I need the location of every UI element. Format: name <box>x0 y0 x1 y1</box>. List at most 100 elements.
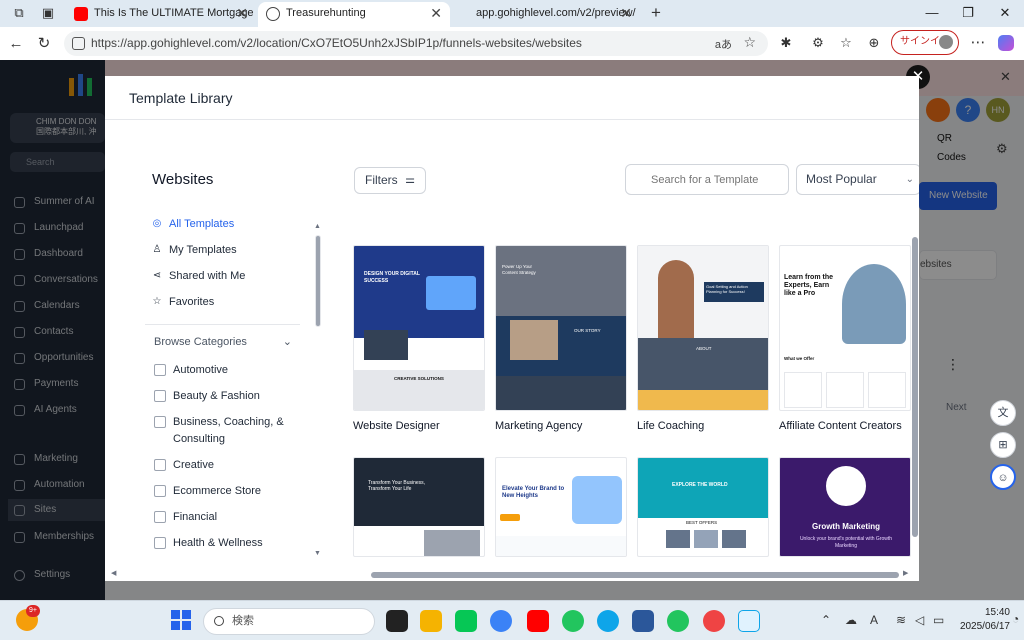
template-search-input[interactable] <box>625 164 789 195</box>
collections-icon[interactable]: ⊕ <box>866 35 882 51</box>
more-menu-icon[interactable]: ⋯ <box>970 35 986 51</box>
restore-icon[interactable]: ❐ <box>959 4 977 22</box>
scrollbar-thumb[interactable] <box>912 237 918 537</box>
user-icon: ♙ <box>152 244 162 255</box>
template-thumbnail[interactable]: Elevate Your Brand to New Heights <box>495 457 627 557</box>
category-checkbox[interactable] <box>154 511 166 523</box>
apps-grid-icon[interactable]: ⊞ <box>990 432 1016 458</box>
template-thumbnail[interactable]: EXPLORE THE WORLD BEST OFFERS <box>637 457 769 557</box>
battery-icon[interactable]: ▭ <box>933 613 944 627</box>
taskbar-search[interactable]: 検索 <box>203 608 375 635</box>
thumb-section: OUR STORY <box>424 334 451 339</box>
close-tab-icon[interactable]: ✕ <box>236 2 248 25</box>
scroll-left-icon[interactable]: ◀ <box>111 569 116 577</box>
cloud-icon[interactable]: ☁ <box>845 613 857 627</box>
nav-favorites[interactable]: ☆ Favorites <box>152 294 215 310</box>
thumb-illustration <box>572 476 622 524</box>
copilot-icon[interactable] <box>998 35 1014 51</box>
refresh-icon[interactable]: ↻ <box>34 34 54 54</box>
tab-actions-icon[interactable]: ▣ <box>40 5 56 21</box>
chrome-profile-icon[interactable] <box>667 610 689 632</box>
close-tab-icon[interactable]: ✕ <box>430 2 442 25</box>
categories-scrollbar[interactable]: ▲ ▼ <box>314 223 321 557</box>
sort-select[interactable]: Most Popular ⌄ <box>796 164 919 195</box>
ime-icon[interactable]: A <box>870 613 878 627</box>
nav-shared-with-me[interactable]: ⋖ Shared with Me <box>152 268 246 284</box>
scroll-up-icon[interactable]: ▲ <box>314 223 321 230</box>
app-icon[interactable] <box>738 610 760 632</box>
category-checkbox[interactable] <box>154 390 166 402</box>
signin-button[interactable]: サインイン <box>891 30 959 55</box>
youtube-app-icon[interactable] <box>527 610 549 632</box>
thumb-image <box>510 320 558 360</box>
minimize-icon[interactable]: — <box>923 4 941 22</box>
chat-widget-icon[interactable]: ☺ <box>990 464 1016 490</box>
task-view-icon[interactable] <box>386 610 408 632</box>
translate-icon[interactable]: 文 <box>990 400 1016 426</box>
category-financial[interactable]: Financial <box>154 509 294 526</box>
template-thumbnail[interactable]: Transform Your Business, Transform Your … <box>353 457 485 557</box>
globe-icon <box>266 7 280 21</box>
start-icon[interactable] <box>171 610 191 630</box>
wifi-icon[interactable]: ≋ <box>896 613 906 627</box>
show-hidden-icons-icon[interactable]: ⌃ <box>821 613 831 627</box>
tab-title: app.gohighlevel.com/v2/preview/ <box>476 7 636 19</box>
category-creative[interactable]: Creative <box>154 457 294 474</box>
url-bar[interactable]: https://app.gohighlevel.com/v2/location/… <box>64 31 768 56</box>
maps-icon[interactable] <box>490 610 512 632</box>
window-close-icon[interactable]: ✕ <box>996 4 1014 22</box>
template-thumbnail[interactable]: Growth Marketing Unlock your brand's pot… <box>779 457 911 557</box>
category-automotive[interactable]: Automotive <box>154 362 294 379</box>
filters-button[interactable]: Filters ⚌ <box>354 167 426 194</box>
browse-categories-toggle[interactable]: Browse Categories ⌄ <box>154 336 292 348</box>
file-explorer-icon[interactable] <box>420 610 442 632</box>
category-beauty-fashion[interactable]: Beauty & Fashion <box>154 388 294 405</box>
category-ecommerce-store[interactable]: Ecommerce Store <box>154 483 294 500</box>
scroll-right-icon[interactable]: ▶ <box>903 569 908 577</box>
tab-treasurehunting[interactable]: Treasurehunting ✕ <box>258 2 450 27</box>
templates-horizontal-scrollbar[interactable]: ◀ ▶ <box>111 569 911 579</box>
category-label: Health & Wellness <box>173 537 263 549</box>
category-checkbox[interactable] <box>154 459 166 471</box>
category-checkbox[interactable] <box>154 485 166 497</box>
template-thumbnail[interactable]: Learn from the Experts, Earn like a Pro … <box>779 245 911 411</box>
edge-icon[interactable] <box>597 610 619 632</box>
line-icon[interactable] <box>455 610 477 632</box>
close-tab-icon[interactable]: ✕ <box>620 2 632 25</box>
category-checkbox[interactable] <box>154 537 166 549</box>
read-aloud-icon[interactable]: aあ <box>715 36 732 52</box>
new-tab-icon[interactable]: + <box>648 4 664 21</box>
workspaces-icon[interactable]: ⧉ <box>11 5 27 21</box>
chrome-icon[interactable] <box>562 610 584 632</box>
category-checkbox[interactable] <box>154 416 166 428</box>
system-clock[interactable]: 15:40 2025/06/17 <box>952 606 1010 634</box>
template-thumbnail[interactable]: DESIGN YOUR DIGITAL SUCCESS OUR STORY CR… <box>353 245 485 411</box>
word-icon[interactable] <box>632 610 654 632</box>
nav-all-templates[interactable]: ◎ All Templates <box>152 216 235 232</box>
chrome-profile-icon[interactable] <box>703 610 725 632</box>
thumb-footer-band <box>638 390 768 410</box>
scrollbar-thumb[interactable] <box>371 572 899 578</box>
favorite-star-icon[interactable]: ☆ <box>743 34 756 51</box>
thumb-image <box>722 530 746 548</box>
category-label: Creative <box>173 459 214 471</box>
scroll-down-icon[interactable]: ▼ <box>314 550 321 557</box>
extensions-icon[interactable]: ✱ <box>778 35 794 51</box>
scrollbar-thumb[interactable] <box>315 235 321 327</box>
template-thumbnail[interactable]: Power Up Your Content Strategy OUR STORY <box>495 245 627 411</box>
puzzle-icon[interactable]: ⚙ <box>810 35 826 51</box>
notifications-icon[interactable]: ◔ <box>1012 612 1019 626</box>
tab-preview[interactable]: app.gohighlevel.com/v2/preview/ ✕ <box>452 2 640 27</box>
category-checkbox[interactable] <box>154 364 166 376</box>
favorites-icon[interactable]: ☆ <box>838 35 854 51</box>
category-business-coaching[interactable]: Business, Coaching, & Consulting <box>154 414 294 448</box>
volume-icon[interactable]: ◁ <box>915 613 924 627</box>
site-info-icon[interactable] <box>72 37 85 50</box>
category-health-wellness[interactable]: Health & Wellness <box>154 535 294 552</box>
tab-youtube[interactable]: This Is The ULTIMATE Mortgage S ✕ <box>66 2 256 27</box>
back-icon[interactable]: ← <box>6 34 26 54</box>
nav-my-templates[interactable]: ♙ My Templates <box>152 242 237 258</box>
template-library-modal: Template Library Websites ◎ All Templates… <box>105 76 919 581</box>
templates-vertical-scrollbar[interactable] <box>911 223 919 553</box>
template-thumbnail[interactable]: Goal Setting and Action Planning for Suc… <box>637 245 769 411</box>
